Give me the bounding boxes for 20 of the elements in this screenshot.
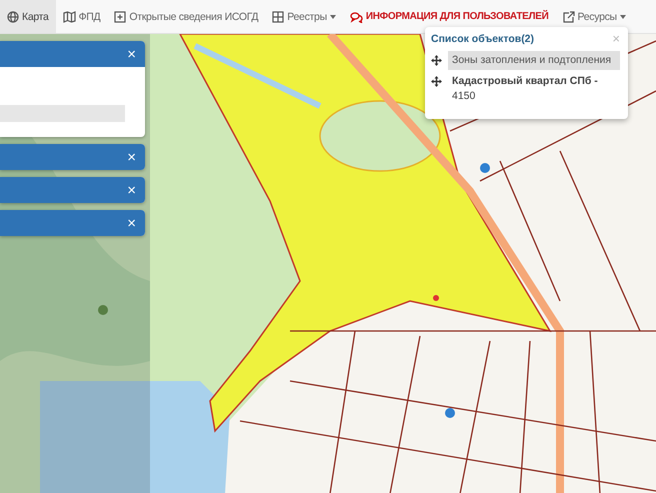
- close-button[interactable]: ×: [124, 150, 139, 164]
- object-list-item[interactable]: Зоны затопления и подтопления: [448, 51, 620, 70]
- table-icon: [272, 10, 284, 22]
- external-link-icon: [562, 10, 574, 22]
- nav-tab[interactable]: ФПД: [56, 0, 108, 33]
- nav-tab[interactable]: Открытые сведения ИСОГД: [107, 0, 266, 33]
- globe-icon: [7, 10, 19, 22]
- move-icon[interactable]: [431, 55, 442, 66]
- nav-tab[interactable]: Карта: [0, 0, 56, 33]
- plus-square-icon: [114, 10, 126, 22]
- close-button[interactable]: ×: [124, 46, 139, 62]
- popup-title: Список объектов(2): [431, 32, 534, 44]
- move-icon[interactable]: [431, 76, 442, 88]
- nav-tab[interactable]: Реестры: [265, 0, 343, 33]
- close-button[interactable]: ×: [124, 182, 139, 198]
- map-icon: [62, 10, 76, 22]
- nav-tab[interactable]: ИНФОРМАЦИЯ ДЛЯ ПОЛЬЗОВАТЕЛЕЙ: [342, 0, 556, 33]
- close-button[interactable]: ×: [124, 216, 139, 230]
- chat-icon: [350, 10, 363, 22]
- object-list-item[interactable]: Кадастровый квартал СПб - 4150: [448, 72, 620, 107]
